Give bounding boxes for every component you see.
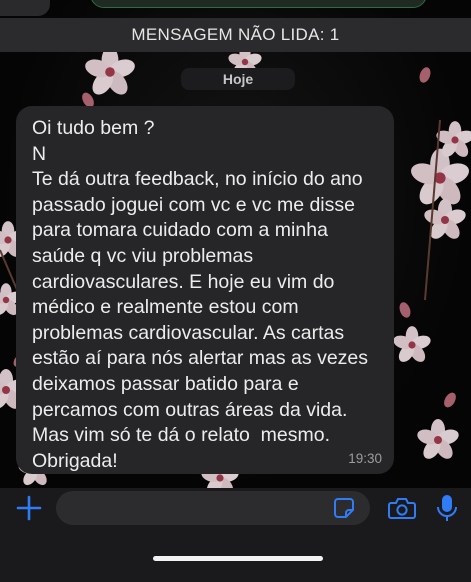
- unread-messages-banner: MENSAGEM NÃO LIDA: 1: [0, 18, 471, 52]
- date-label: Hoje: [222, 71, 254, 87]
- message-input-field[interactable]: [56, 491, 370, 525]
- date-separator: Hoje: [181, 68, 295, 90]
- plus-icon[interactable]: [14, 493, 44, 523]
- camera-icon[interactable]: [388, 496, 416, 520]
- home-indicator: [153, 556, 323, 561]
- microphone-icon[interactable]: [436, 493, 458, 523]
- message-text: Oi tudo bem ? N Te dá outra feedback, no…: [32, 117, 369, 472]
- sticker-icon[interactable]: [333, 497, 355, 519]
- message-timestamp: 19:30: [348, 451, 382, 466]
- top-left-tab: [0, 0, 50, 16]
- top-right-tab: [90, 0, 427, 8]
- unread-label: MENSAGEM NÃO LIDA: 1: [131, 25, 340, 44]
- incoming-message-bubble[interactable]: Oi tudo bem ? N Te dá outra feedback, no…: [16, 106, 394, 474]
- top-strip: [0, 0, 471, 18]
